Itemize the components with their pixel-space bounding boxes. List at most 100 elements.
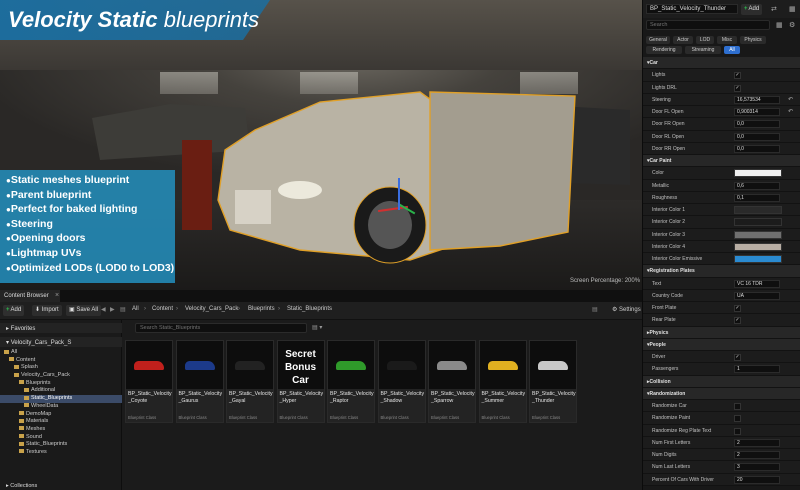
tree-item[interactable]: Static_Blueprints <box>0 441 122 449</box>
property-checkbox[interactable]: ✓ <box>734 72 741 80</box>
tree-item[interactable]: Splash <box>0 364 122 372</box>
property-value-field[interactable]: 0,1 <box>734 193 780 202</box>
category-header[interactable]: Car <box>643 57 800 70</box>
property-value-field[interactable]: VC 16 TDR <box>734 279 780 288</box>
add-button[interactable]: +Add <box>3 305 25 316</box>
breadcrumb-item[interactable]: All <box>132 306 139 312</box>
asset-search-input[interactable] <box>135 323 307 333</box>
asset-tile[interactable]: BP_Static_Velocity_Gayal Blueprint Class <box>226 340 274 423</box>
breadcrumb-item[interactable]: Content <box>152 306 173 312</box>
tree-item-label: Blueprints <box>26 379 51 386</box>
level-viewport[interactable]: Velocity Static blueprints Static meshes… <box>0 0 642 290</box>
details-search-input[interactable] <box>646 20 770 30</box>
category-header[interactable]: People <box>643 338 800 351</box>
property-value-field[interactable]: 20 <box>734 475 780 484</box>
asset-class: Blueprint Class <box>279 415 308 420</box>
save-all-button[interactable]: ▣ Save All <box>66 305 102 316</box>
color-swatch[interactable] <box>734 169 782 178</box>
asset-tile[interactable]: Secret Bonus Car BP_Static_Velocity_Hyper… <box>276 340 325 423</box>
filter-physics[interactable]: Physics <box>740 36 766 44</box>
filter-lod[interactable]: LOD <box>696 36 714 44</box>
tree-item[interactable]: Velocity_Cars_Pack <box>0 372 122 380</box>
tree-item[interactable]: Sound <box>0 434 122 442</box>
property-value-field[interactable]: 3 <box>734 463 780 472</box>
blueprint-icon[interactable]: ⇄ <box>771 5 777 13</box>
color-swatch[interactable] <box>734 242 782 251</box>
tree-item[interactable]: All <box>0 349 122 357</box>
history-back-icon[interactable]: ◀ <box>101 306 106 313</box>
property-checkbox[interactable]: ✓ <box>734 84 741 92</box>
tree-item[interactable]: Content <box>0 357 122 365</box>
filter-misc[interactable]: Misc <box>717 36 737 44</box>
category-header[interactable]: Collision <box>643 375 800 388</box>
property-value-field[interactable]: 2 <box>734 451 780 459</box>
favorites-header[interactable]: ▸ Favorites <box>0 323 122 333</box>
breadcrumb-item[interactable]: Velocity_Cars_Pack <box>185 306 238 312</box>
property-checkbox[interactable]: ✓ <box>734 354 741 361</box>
color-swatch[interactable] <box>734 206 782 214</box>
filter-icon[interactable]: ▤ ▾ <box>312 324 322 331</box>
tree-item[interactable]: Additional <box>0 387 122 395</box>
content-browser-tab[interactable]: Content Browser <box>0 290 60 302</box>
more-icon[interactable]: ▦ <box>789 5 796 13</box>
asset-tile[interactable]: BP_Static_Velocity_Summer Blueprint Class <box>478 340 527 423</box>
asset-tile[interactable]: BP_Static_Velocity_Shadow Blueprint Class <box>377 340 426 423</box>
headlight <box>278 181 322 199</box>
property-checkbox[interactable] <box>734 403 741 410</box>
asset-tile[interactable]: BP_Static_Velocity_Coyote Blueprint Class <box>125 340 173 423</box>
reset-arrow-icon[interactable]: ↶ <box>788 96 793 103</box>
asset-tile[interactable]: BP_Static_Velocity_Raptor Blueprint Class <box>327 340 375 423</box>
breadcrumb-item[interactable]: Blueprints <box>248 306 275 312</box>
filter-actor[interactable]: Actor <box>673 36 693 44</box>
filter-general[interactable]: General <box>646 36 670 44</box>
tree-item[interactable]: Textures <box>0 449 122 457</box>
filter-rendering[interactable]: Rendering <box>646 46 682 54</box>
property-checkbox[interactable]: ✓ <box>734 305 741 312</box>
object-name-field[interactable]: BP_Static_Velocity_Thunder <box>646 4 738 14</box>
filter-streaming[interactable]: Streaming <box>685 46 721 54</box>
gizmo-z-axis[interactable] <box>398 178 400 210</box>
property-value-field[interactable]: 0,0 <box>734 144 780 153</box>
property-checkbox[interactable] <box>734 427 741 435</box>
property-checkbox[interactable] <box>734 415 741 423</box>
property-value-field[interactable]: UA <box>734 291 780 300</box>
property-value-field[interactable]: 0,0 <box>734 132 780 141</box>
settings-button[interactable]: ⚙ Settings <box>612 306 641 313</box>
tree-item[interactable]: Static_Blueprints <box>0 395 122 403</box>
asset-tile[interactable]: BP_Static_Velocity_Gaurus Blueprint Class <box>175 340 224 423</box>
import-button[interactable]: ⬇ Import <box>32 305 62 316</box>
tree-item[interactable]: Materials <box>0 418 122 426</box>
add-component-button[interactable]: +Add <box>741 4 763 15</box>
tree-item[interactable]: Blueprints <box>0 380 122 388</box>
grid-icon[interactable]: ▦ <box>776 21 783 29</box>
property-value-field[interactable]: 0,0 <box>734 120 780 129</box>
filter-all[interactable]: All <box>724 46 740 54</box>
reset-arrow-icon[interactable]: ↶ <box>788 108 793 115</box>
property-value-field[interactable]: 2 <box>734 438 780 447</box>
close-icon[interactable]: × <box>55 292 59 299</box>
tree-item[interactable]: Meshes <box>0 426 122 434</box>
asset-tile[interactable]: BP_Static_Velocity_Thunder Blueprint Clas… <box>529 340 577 423</box>
category-header[interactable]: Car Paint <box>643 155 800 168</box>
color-swatch[interactable] <box>734 255 782 263</box>
category-header[interactable]: Registration Plates <box>643 265 800 278</box>
history-forward-icon[interactable]: ▶ <box>110 306 115 313</box>
property-value-field[interactable]: 0,6 <box>734 181 780 190</box>
property-value-field[interactable]: 16,573534 <box>734 95 780 104</box>
color-swatch[interactable] <box>734 230 782 239</box>
open-door[interactable] <box>429 91 576 251</box>
root-header[interactable]: ▾ Velocity_Cars_Pack_S <box>0 337 122 347</box>
property-value-field[interactable]: 0,900314 <box>734 108 780 116</box>
collections-header[interactable]: ▸ Collections <box>0 483 122 490</box>
tree-item[interactable]: WheelData <box>0 403 122 411</box>
gear-icon[interactable]: ⚙ <box>789 21 795 29</box>
category-header[interactable]: Physics <box>643 326 800 339</box>
property-checkbox[interactable]: ✓ <box>734 317 741 325</box>
breadcrumb-item[interactable]: Static_Blueprints <box>287 306 332 312</box>
tree-item[interactable]: DemoMap <box>0 411 122 419</box>
category-header[interactable]: Randomization <box>643 387 800 400</box>
color-swatch[interactable] <box>734 218 782 227</box>
property-value-field[interactable]: 1 <box>734 365 780 374</box>
tree-item-label: Static_Blueprints <box>31 395 73 402</box>
asset-tile[interactable]: BP_Static_Velocity_Sparrow Blueprint Clas… <box>428 340 476 423</box>
